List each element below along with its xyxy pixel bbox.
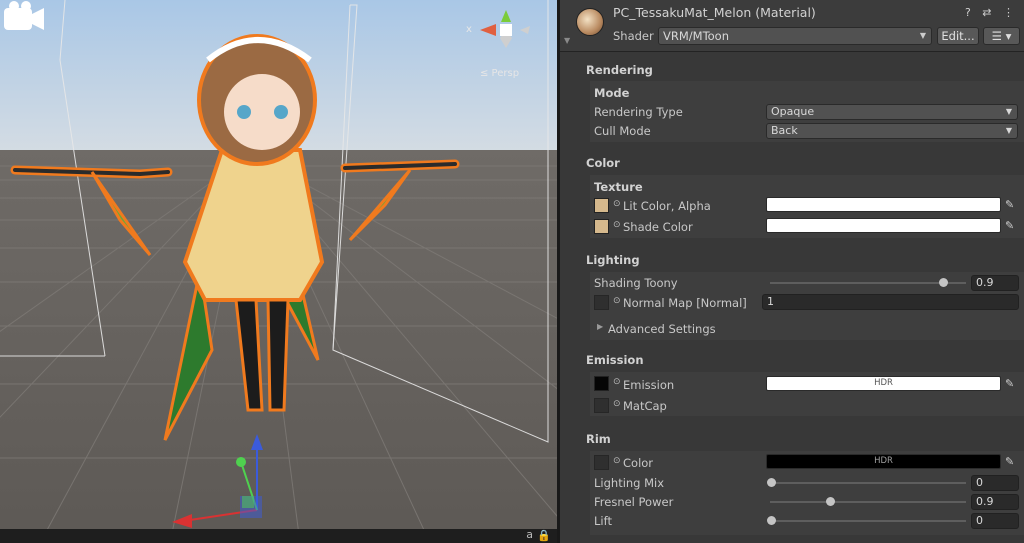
scene-bottom-glyph: a	[526, 528, 533, 541]
fresnel-power-label: Fresnel Power	[594, 495, 674, 509]
normal-map-label: Normal Map [Normal]	[623, 296, 747, 310]
rim-color-label: Color	[623, 456, 654, 470]
color-heading: Color	[586, 156, 620, 170]
lighting-mix-track[interactable]	[770, 482, 966, 484]
lit-color-swatch[interactable]	[766, 197, 1001, 212]
eyedropper-icon[interactable]: ✎	[1005, 219, 1019, 233]
fresnel-power-track[interactable]	[770, 501, 966, 503]
rendering-heading: Rendering	[586, 63, 653, 77]
mode-heading: Mode	[594, 86, 630, 100]
cull-mode-value: Back	[771, 124, 798, 137]
matcap-label: MatCap	[623, 399, 667, 413]
gizmo-x-label: x	[466, 24, 472, 35]
eyedropper-icon[interactable]: ✎	[1005, 377, 1019, 391]
lighting-mix-knob[interactable]	[767, 478, 776, 487]
rendering-type-dropdown[interactable]: Opaque ▼	[766, 104, 1018, 120]
lift-label: Lift	[594, 514, 612, 528]
perspective-label[interactable]: ≤ Persp	[480, 68, 519, 79]
target-icon[interactable]: ⊙	[613, 220, 621, 230]
emission-texture-slot[interactable]	[594, 376, 609, 391]
chevron-down-icon: ▼	[1005, 107, 1012, 116]
emission-label: Emission	[623, 378, 675, 392]
cull-mode-dropdown[interactable]: Back ▼	[766, 123, 1018, 139]
lighting-heading: Lighting	[586, 253, 640, 267]
fresnel-power-value[interactable]: 0.9	[971, 494, 1019, 510]
cull-mode-label: Cull Mode	[594, 124, 651, 138]
material-preview-icon	[576, 8, 604, 36]
fresnel-power-knob[interactable]	[826, 497, 835, 506]
scene-status-bar: a 🔒	[0, 528, 557, 543]
shader-list-button[interactable]: ☰ ▾	[983, 27, 1020, 45]
lift-track[interactable]	[770, 520, 966, 522]
material-title: PC_TessakuMat_Melon (Material)	[613, 5, 816, 20]
shader-value: VRM/MToon	[663, 29, 730, 43]
emission-heading: Emission	[586, 353, 644, 367]
target-icon[interactable]: ⊙	[613, 199, 621, 209]
target-icon[interactable]: ⊙	[613, 296, 621, 306]
edit-shader-button[interactable]: Edit...	[937, 27, 979, 45]
rendering-type-value: Opaque	[771, 105, 815, 118]
normal-map-slot[interactable]	[594, 295, 609, 310]
rim-color-swatch[interactable]: HDR	[766, 454, 1001, 469]
advanced-settings-foldout[interactable]: Advanced Settings	[608, 322, 716, 336]
scene-canvas[interactable]: x	[0, 0, 557, 543]
lighting-mix-value[interactable]: 0	[971, 475, 1019, 491]
chevron-down-icon: ▼	[1005, 126, 1012, 135]
shade-color-swatch[interactable]	[766, 218, 1001, 233]
lock-icon[interactable]: 🔒	[537, 529, 551, 542]
rim-texture-slot[interactable]	[594, 455, 609, 470]
camera-icon	[4, 1, 44, 30]
rim-heading: Rim	[586, 432, 611, 446]
eyedropper-icon[interactable]: ✎	[1005, 455, 1019, 469]
lit-color-label: Lit Color, Alpha	[623, 199, 711, 213]
fold-arrow-icon[interactable]: ▼	[564, 36, 570, 45]
lift-value[interactable]: 0	[971, 513, 1019, 529]
texture-heading: Texture	[594, 180, 643, 194]
lift-knob[interactable]	[767, 516, 776, 525]
matcap-slot[interactable]	[594, 398, 609, 413]
chevron-right-icon[interactable]: ▶	[597, 322, 603, 331]
lighting-mix-label: Lighting Mix	[594, 476, 665, 490]
shading-toony-knob[interactable]	[939, 278, 948, 287]
lit-texture-slot[interactable]	[594, 198, 609, 213]
shade-color-label: Shade Color	[623, 220, 693, 234]
shade-texture-slot[interactable]	[594, 219, 609, 234]
normal-map-scale[interactable]: 1	[762, 294, 1019, 310]
target-icon[interactable]: ⊙	[613, 399, 621, 409]
target-icon[interactable]: ⊙	[613, 456, 621, 466]
shader-label: Shader	[613, 29, 654, 43]
scene-view[interactable]: x ≤ Persp a 🔒	[0, 0, 557, 543]
rendering-type-label: Rendering Type	[594, 105, 683, 119]
shading-toony-track[interactable]	[770, 282, 966, 284]
eyedropper-icon[interactable]: ✎	[1005, 198, 1019, 212]
emission-color-swatch[interactable]: HDR	[766, 376, 1001, 391]
shading-toony-value[interactable]: 0.9	[971, 275, 1019, 291]
material-header: ▼ PC_TessakuMat_Melon (Material) ? ⇄ ⋮ S…	[560, 0, 1024, 52]
shading-toony-label: Shading Toony	[594, 276, 678, 290]
header-icons[interactable]: ? ⇄ ⋮	[965, 6, 1018, 19]
target-icon[interactable]: ⊙	[613, 377, 621, 387]
shader-dropdown[interactable]: VRM/MToon ▼	[658, 27, 932, 45]
inspector-panel: ▼ PC_TessakuMat_Melon (Material) ? ⇄ ⋮ S…	[560, 0, 1024, 543]
chevron-down-icon: ▼	[919, 31, 926, 40]
